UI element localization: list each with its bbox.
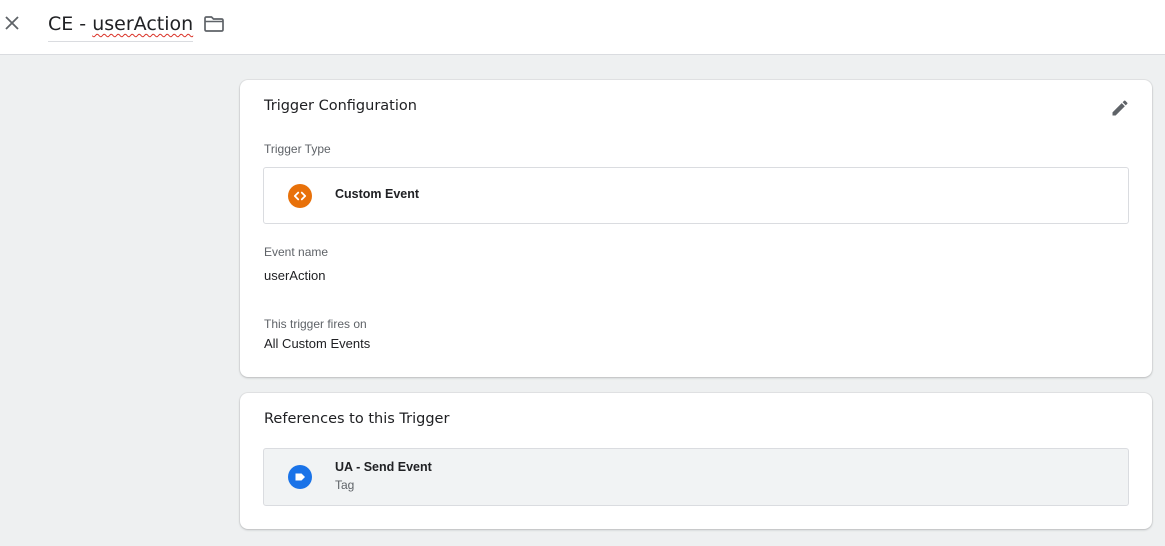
reference-item[interactable]: UA - Send Event Tag (263, 448, 1129, 506)
trigger-name-prefix: CE - (48, 13, 93, 35)
pencil-icon (1112, 100, 1128, 116)
tag-icon (288, 465, 312, 489)
references-card: References to this Trigger UA - Send Eve… (240, 393, 1152, 529)
folder-button[interactable] (203, 14, 225, 34)
top-bar: CE - userAction (0, 0, 1165, 55)
close-button[interactable] (2, 13, 22, 33)
event-name-label: Event name (264, 245, 329, 259)
trigger-type-selector[interactable]: Custom Event (263, 167, 1129, 224)
fires-on-value: All Custom Events (264, 336, 371, 351)
event-name-value: userAction (264, 268, 326, 283)
trigger-type-name: Custom Event (335, 187, 420, 201)
card-title: Trigger Configuration (264, 98, 417, 114)
reference-type: Tag (335, 478, 355, 492)
fires-on-label: This trigger fires on (264, 317, 367, 331)
trigger-configuration-card[interactable]: Trigger Configuration Trigger Type Custo… (240, 80, 1152, 377)
edit-button[interactable] (1110, 98, 1130, 118)
card-title: References to this Trigger (264, 411, 450, 427)
custom-event-icon (288, 184, 312, 208)
reference-name: UA - Send Event (335, 460, 432, 474)
trigger-type-label: Trigger Type (264, 142, 331, 156)
trigger-name-value: userAction (92, 13, 194, 35)
folder-icon (204, 16, 224, 32)
trigger-name: CE - userAction (48, 13, 193, 35)
trigger-name-field[interactable]: CE - userAction (48, 11, 194, 42)
close-icon (5, 16, 19, 30)
